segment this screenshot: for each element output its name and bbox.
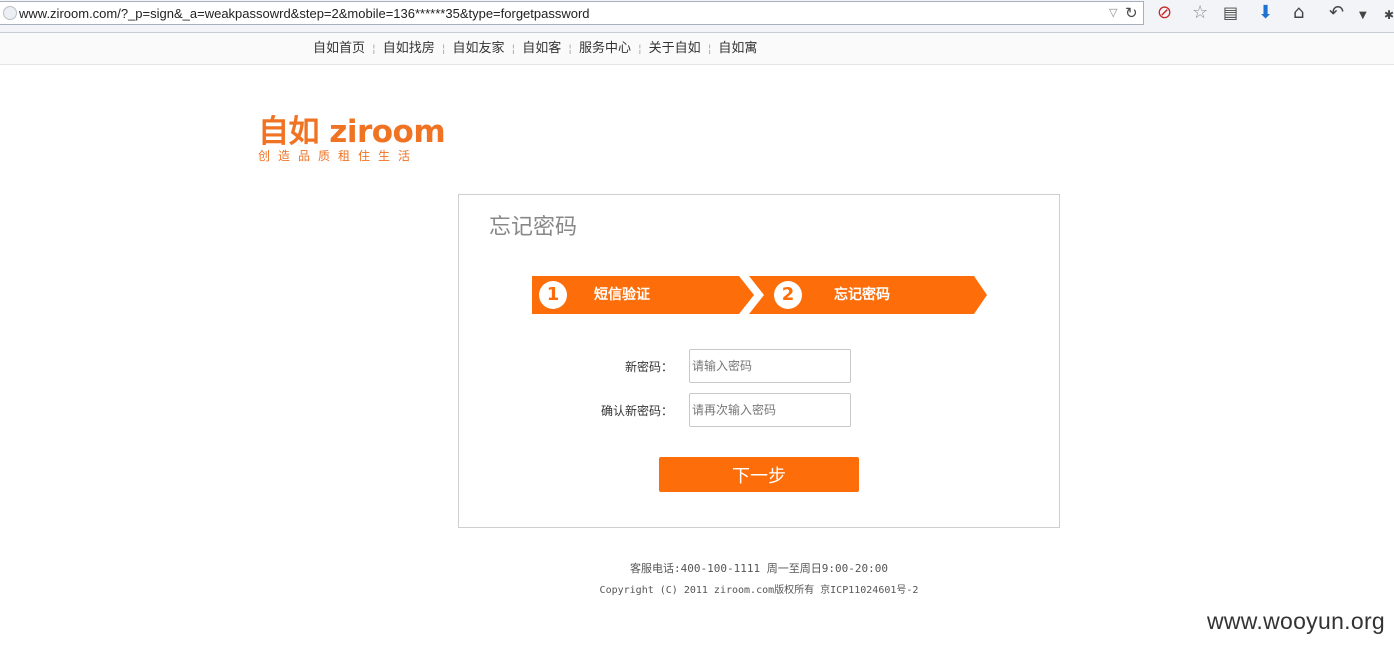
nav-link-service[interactable]: 服务中心 <box>579 41 631 56</box>
progress-steps: 1 短信验证 2 忘记密码 <box>532 276 992 314</box>
confirm-password-row: 确认新密码： <box>459 393 1059 427</box>
new-password-input[interactable] <box>689 349 851 383</box>
nav-link-ziroomer[interactable]: 自如客 <box>522 41 561 56</box>
top-nav-list: 自如首页 自如找房 自如友家 自如客 服务中心 关于自如 自如寓 <box>313 41 757 57</box>
bookmarks-list-icon[interactable]: ▤ <box>1223 3 1238 23</box>
step-label-1: 短信验证 <box>594 287 650 303</box>
confirm-password-input[interactable] <box>689 393 851 427</box>
url-history-dropdown-icon[interactable]: ▽ <box>1109 6 1117 19</box>
nav-link-about[interactable]: 关于自如 <box>649 41 701 56</box>
url-text[interactable]: www.ziroom.com/?_p=sign&_a=weakpassowrd&… <box>19 6 590 21</box>
logo-wordmark: 自如 ziroom <box>258 114 446 150</box>
logo-slogan: 创造品质租住生活 <box>258 149 419 163</box>
browser-toolbar: www.ziroom.com/?_p=sign&_a=weakpassowrd&… <box>0 0 1394 33</box>
step-sms-verify: 1 短信验证 <box>532 276 754 314</box>
step-label-2: 忘记密码 <box>834 287 890 303</box>
nav-item[interactable]: 自如寓 <box>701 41 757 57</box>
new-password-row: 新密码： <box>459 349 1059 383</box>
nav-item[interactable]: 自如友家 <box>435 41 504 57</box>
adblock-icon[interactable]: ⊘ <box>1157 3 1172 23</box>
nav-item[interactable]: 服务中心 <box>561 41 631 57</box>
page-footer: 客服电话:400-100-1111 周一至周日9:00-20:00 Copyri… <box>458 561 1060 599</box>
forget-password-panel: 忘记密码 1 短信验证 2 忘记密码 新密码： 确认新密码： 下一步 <box>458 194 1060 528</box>
address-bar[interactable]: www.ziroom.com/?_p=sign&_a=weakpassowrd&… <box>0 1 1144 25</box>
nav-item[interactable]: 关于自如 <box>631 41 701 57</box>
downloads-icon[interactable]: ⬇ <box>1258 3 1273 23</box>
step-number-1: 1 <box>539 281 567 309</box>
nav-link-home[interactable]: 自如首页 <box>313 41 365 56</box>
panel-title: 忘记密码 <box>489 215 578 240</box>
watermark-text: www.wooyun.org <box>1206 608 1385 634</box>
site-top-nav: 自如首页 自如找房 自如友家 自如客 服务中心 关于自如 自如寓 <box>0 33 1394 65</box>
next-step-button[interactable]: 下一步 <box>659 457 859 492</box>
confirm-password-label: 确认新密码： <box>600 404 673 418</box>
nav-link-find-room[interactable]: 自如找房 <box>383 41 435 56</box>
copyright-info: Copyright (C) 2011 ziroom.com版权所有 京ICP11… <box>599 585 919 596</box>
site-identity-icon[interactable] <box>3 6 17 20</box>
bookmark-star-icon[interactable]: ☆ <box>1192 3 1208 23</box>
new-password-label: 新密码： <box>624 360 673 374</box>
reload-icon[interactable]: ↻ <box>1125 4 1138 22</box>
nav-item[interactable]: 自如首页 <box>313 41 365 57</box>
customer-service-info: 客服电话:400-100-1111 周一至周日9:00-20:00 <box>630 562 888 575</box>
ziroom-logo[interactable]: 自如 ziroom 创造品质租住生活 <box>258 114 446 163</box>
nav-link-youjia[interactable]: 自如友家 <box>452 41 504 56</box>
nav-item[interactable]: 自如客 <box>504 41 561 57</box>
step-reset-password: 2 忘记密码 <box>749 276 987 314</box>
home-icon[interactable]: ⌂ <box>1293 3 1304 23</box>
nav-item[interactable]: 自如找房 <box>365 41 435 57</box>
back-history-icon[interactable]: ↶ <box>1329 3 1344 23</box>
history-dropdown-icon[interactable]: ▼ <box>1359 6 1367 26</box>
overflow-menu-icon[interactable]: ✱ <box>1384 5 1394 25</box>
nav-link-apartment[interactable]: 自如寓 <box>718 41 757 56</box>
step-number-2: 2 <box>774 281 802 309</box>
